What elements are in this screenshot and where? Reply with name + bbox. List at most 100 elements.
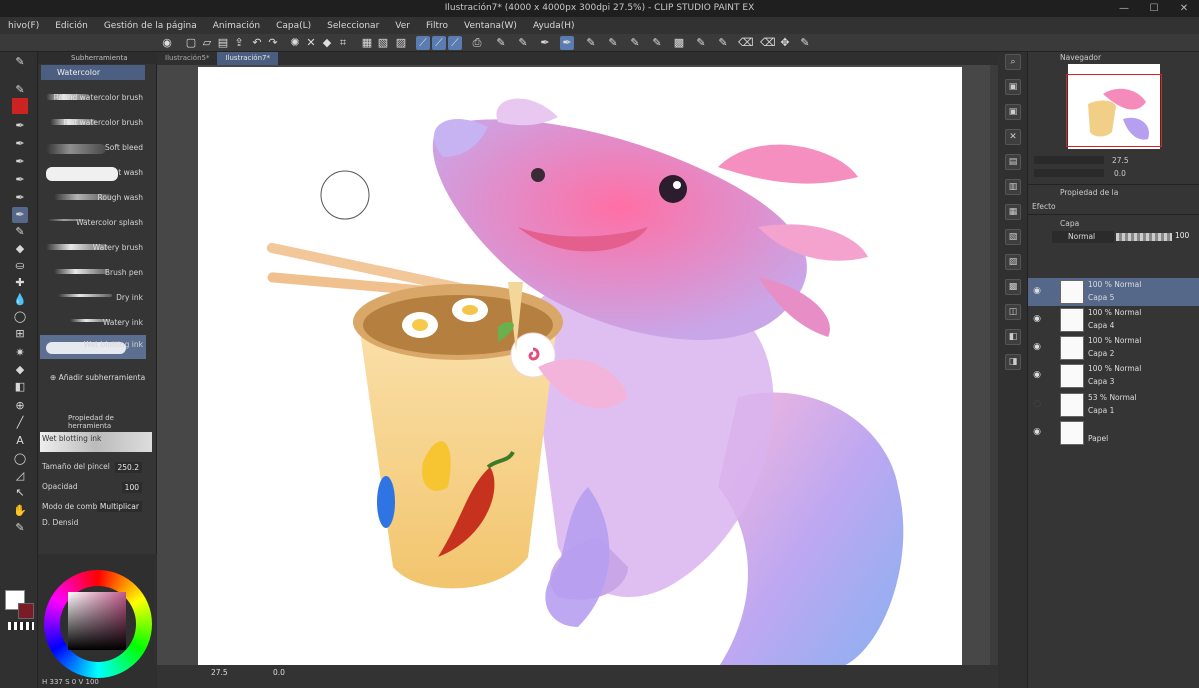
open-file-icon[interactable]: ▱ bbox=[200, 36, 214, 50]
menu-view[interactable]: Ver bbox=[387, 21, 418, 31]
brush-item[interactable]: Wet wash bbox=[40, 163, 146, 187]
material-icon[interactable]: ▣ bbox=[1005, 104, 1021, 120]
clear-icon[interactable]: ✕ bbox=[304, 36, 318, 50]
pen-icon[interactable]: ✎ bbox=[494, 36, 508, 50]
brush-item[interactable]: Watery ink bbox=[40, 313, 146, 337]
brush-item[interactable]: Rough wash bbox=[40, 188, 146, 212]
hand-tool-icon[interactable]: ✋ bbox=[12, 503, 28, 519]
eraser-hard-icon[interactable]: ⌫ bbox=[760, 36, 776, 50]
transform-icon[interactable]: ⌗ bbox=[336, 36, 350, 50]
canvas-rotation-value[interactable]: 0.0 bbox=[273, 668, 285, 677]
maximize-button[interactable]: ☐ bbox=[1139, 0, 1169, 17]
background-color[interactable] bbox=[18, 603, 34, 619]
brush-item[interactable]: Watercolor splash bbox=[40, 213, 146, 237]
object-tool-icon[interactable]: ↖ bbox=[12, 485, 28, 501]
intermediate-color-icon[interactable]: ◧ bbox=[1005, 329, 1021, 345]
color-set-icon[interactable]: ▩ bbox=[1005, 279, 1021, 295]
brush-tool-icon[interactable]: ✎ bbox=[12, 54, 28, 70]
layer-row[interactable]: ◉ 100 % Normal Capa 2 bbox=[1028, 334, 1199, 362]
menu-edit[interactable]: Edición bbox=[47, 21, 96, 31]
pencil-tool-icon[interactable]: ✒ bbox=[12, 136, 28, 152]
brush-size-value[interactable]: 250.2 bbox=[114, 462, 142, 473]
snap-ruler-icon[interactable]: ⟋ bbox=[416, 36, 430, 50]
eye-icon[interactable]: ◉ bbox=[1032, 427, 1042, 437]
color-swatch-icon[interactable] bbox=[12, 98, 28, 114]
eye-icon[interactable]: ◉ bbox=[1032, 342, 1042, 352]
close-panel-icon[interactable]: ✕ bbox=[1005, 129, 1021, 145]
brush-item[interactable]: Brush pen bbox=[40, 263, 146, 287]
item-bank-icon[interactable]: ▧ bbox=[1005, 229, 1021, 245]
menu-window[interactable]: Ventana(W) bbox=[456, 21, 525, 31]
gradient-tool-icon[interactable]: ◧ bbox=[12, 379, 28, 395]
grid-tool-icon[interactable]: ⊞ bbox=[12, 326, 28, 342]
snap-grid-icon[interactable]: ⟋ bbox=[448, 36, 462, 50]
app-icon[interactable]: ◉ bbox=[160, 36, 174, 50]
redo-icon[interactable]: ↷ bbox=[266, 36, 280, 50]
layer-opacity-value[interactable]: 100 bbox=[1175, 231, 1189, 240]
pencil-icon[interactable]: ✎ bbox=[516, 36, 530, 50]
liquify-tool-icon[interactable]: ✚ bbox=[12, 275, 28, 291]
new-file-icon[interactable]: ▢ bbox=[184, 36, 198, 50]
brush-item[interactable]: Round watercolor brush bbox=[40, 88, 146, 112]
layer-row[interactable]: ◉ 100 % Normal Capa 5 bbox=[1028, 278, 1199, 306]
line-tool-icon[interactable]: ╱ bbox=[12, 415, 28, 431]
brush-icon[interactable]: ✎ bbox=[584, 36, 598, 50]
zoom-tool-icon[interactable]: ⊕ bbox=[12, 398, 28, 414]
snap-icon[interactable]: ▨ bbox=[394, 36, 408, 50]
airbrush-icon[interactable]: ✎ bbox=[606, 36, 620, 50]
watercolor-tool-icon[interactable]: ✒ bbox=[12, 207, 28, 223]
menu-animation[interactable]: Animación bbox=[205, 21, 268, 31]
marker-tool-icon[interactable]: ✒ bbox=[12, 154, 28, 170]
layer-row[interactable]: ◉ 100 % Normal Capa 4 bbox=[1028, 306, 1199, 334]
brush-item[interactable]: Flat watercolor brush bbox=[40, 113, 146, 137]
export-icon[interactable]: ⇪ bbox=[232, 36, 246, 50]
color-slider-icon[interactable]: ▨ bbox=[1005, 254, 1021, 270]
eyedropper-tool-icon[interactable]: ✎ bbox=[12, 520, 28, 536]
saturation-value-square[interactable] bbox=[68, 592, 126, 650]
eye-icon[interactable]: ◉ bbox=[1032, 314, 1042, 324]
menu-page-management[interactable]: Gestión de la página bbox=[96, 21, 205, 31]
decoration-tool-icon[interactable]: ✒ bbox=[12, 190, 28, 206]
navigator-rotation[interactable]: 0.0 bbox=[1114, 169, 1126, 178]
minimize-button[interactable]: — bbox=[1109, 0, 1139, 17]
frame-tool-icon[interactable]: ◿ bbox=[12, 468, 28, 484]
texture-icon[interactable]: ▩ bbox=[672, 36, 686, 50]
layer-search-icon[interactable]: ▣ bbox=[1005, 79, 1021, 95]
navigator-zoom[interactable]: 27.5 bbox=[1112, 156, 1129, 165]
menu-help[interactable]: Ayuda(H) bbox=[525, 21, 583, 31]
opacity-slider[interactable] bbox=[1116, 233, 1172, 241]
drawing-paper[interactable] bbox=[198, 67, 962, 668]
canvas-area[interactable]: Ilustración5* Ilustración7* 27.5 0.0 bbox=[157, 52, 998, 688]
sub-view-icon[interactable]: ▤ bbox=[1005, 154, 1021, 170]
eraser-icon[interactable]: ✎ bbox=[716, 36, 730, 50]
record-icon[interactable]: ⎙ bbox=[470, 36, 484, 50]
eye-icon[interactable]: ◉ bbox=[1032, 286, 1042, 296]
search-icon[interactable]: ⌕ bbox=[1005, 54, 1021, 70]
blend-tool-icon[interactable]: ✎ bbox=[12, 224, 28, 240]
layer-row[interactable]: ◌ 53 % Normal Capa 1 bbox=[1028, 391, 1199, 419]
menu-select[interactable]: Seleccionar bbox=[319, 21, 387, 31]
zoom-slider[interactable] bbox=[1034, 156, 1104, 164]
navigator-viewport[interactable] bbox=[1066, 74, 1162, 147]
move-icon[interactable]: ✥ bbox=[778, 36, 792, 50]
menu-filter[interactable]: Filtro bbox=[418, 21, 456, 31]
eraser-soft-icon[interactable]: ⌫ bbox=[738, 36, 754, 50]
marker-icon[interactable]: ✒ bbox=[538, 36, 552, 50]
blend-mode-select[interactable]: Normal bbox=[1052, 231, 1114, 243]
bucket-tool-icon[interactable]: ◆ bbox=[12, 362, 28, 378]
menu-file[interactable]: hivo(F) bbox=[0, 21, 47, 31]
color-history-icon[interactable]: ◨ bbox=[1005, 354, 1021, 370]
airbrush-tool-icon[interactable]: ✒ bbox=[12, 172, 28, 188]
deselect-icon[interactable]: ✺ bbox=[288, 36, 302, 50]
drop-tool-icon[interactable]: 💧 bbox=[12, 292, 28, 308]
layer-row[interactable]: ◉ 100 % Normal Capa 3 bbox=[1028, 362, 1199, 390]
tab-ilustracion5[interactable]: Ilustración5* bbox=[157, 52, 217, 65]
dropper-tool-icon[interactable]: ✎ bbox=[12, 82, 28, 98]
brush-item[interactable]: Soft bleed bbox=[40, 138, 146, 162]
lasso-tool-icon[interactable]: ◯ bbox=[12, 309, 28, 325]
balloon-tool-icon[interactable]: ◯ bbox=[12, 451, 28, 467]
rotation-slider[interactable] bbox=[1034, 169, 1104, 177]
gouache-icon[interactable]: ✎ bbox=[650, 36, 664, 50]
add-subtool-button[interactable]: ⊕ Añadir subherramienta bbox=[50, 373, 145, 382]
menu-layer[interactable]: Capa(L) bbox=[268, 21, 319, 31]
